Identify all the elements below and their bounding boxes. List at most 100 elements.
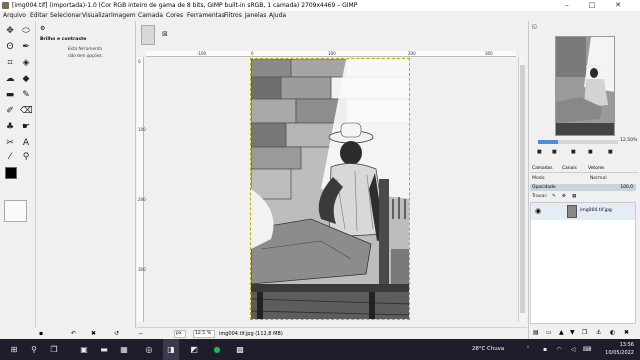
tab-vetores[interactable]: Vetores <box>588 164 604 173</box>
close-image-tab-icon[interactable]: ⊠ <box>162 30 168 38</box>
taskbar-app-1-icon[interactable]: ▣ <box>76 339 92 360</box>
gimp-taskbar-icon[interactable]: ◨ <box>163 339 179 360</box>
fuzzy-select-icon[interactable]: ✒ <box>20 41 32 53</box>
taskbar-app-5-icon[interactable]: ◩ <box>186 339 202 360</box>
layer-mask-icon[interactable]: ◐ <box>610 329 615 336</box>
window-title: [img004.tif] (importada)-1.0 (Cor RGB in… <box>12 2 358 9</box>
lock-pixels-icon[interactable]: ✎ <box>552 194 556 199</box>
menu-arquivo[interactable]: Arquivo <box>3 11 26 21</box>
weather-widget[interactable]: 28°C Chuva <box>472 339 504 360</box>
save-options-icon[interactable]: ▪ <box>39 330 43 337</box>
menu-bar: Arquivo Editar Selecionar Visualizar Ima… <box>0 11 640 21</box>
zoom-select[interactable]: 12,5 % <box>193 330 215 338</box>
smudge-tool-icon[interactable]: ☛ <box>20 121 32 133</box>
taskbar-app-3-icon[interactable]: ▦ <box>116 339 132 360</box>
move-tool-icon[interactable]: ✥ <box>4 25 16 37</box>
delete-options-icon[interactable]: ✖ <box>91 330 96 337</box>
new-layer-icon[interactable]: ▤ <box>533 329 539 336</box>
fit-image-icon[interactable]: ■ <box>588 149 593 155</box>
maximize-icon[interactable]: □ <box>580 0 604 11</box>
crop-tool-icon[interactable]: ⌗ <box>4 57 16 69</box>
delete-layer-icon[interactable]: ✖ <box>624 329 629 336</box>
navigation-zoom-slider[interactable] <box>538 140 618 144</box>
menu-ajuda[interactable]: Ajuda <box>269 11 286 21</box>
menu-camada[interactable]: Camada <box>138 11 163 21</box>
text-tool-icon[interactable]: A <box>20 137 32 149</box>
horizontal-ruler[interactable]: -100 0 100 200 300 <box>146 51 516 57</box>
duplicate-layer-icon[interactable]: ❐ <box>582 329 587 336</box>
windows-start-icon[interactable]: ⊞ <box>6 339 22 360</box>
keyboard-icon[interactable]: ⌨ <box>579 339 595 360</box>
zoom-tool-icon[interactable]: ⚲ <box>20 151 32 163</box>
minimize-icon[interactable]: – <box>555 0 579 11</box>
clock-time: 13:56 <box>619 342 634 348</box>
menu-ferramentas[interactable]: Ferramentas <box>187 11 225 21</box>
task-view-icon[interactable]: ❐ <box>46 339 62 360</box>
image-tab-thumbnail[interactable] <box>141 25 155 45</box>
vertical-scrollbar[interactable] <box>518 57 526 322</box>
ellipse-select-icon[interactable]: ⬭ <box>20 25 32 37</box>
taskbar-app-7-icon[interactable]: ▩ <box>232 339 248 360</box>
unit-select[interactable]: px <box>174 330 186 338</box>
color-picker-icon[interactable]: ⁄ <box>4 151 16 163</box>
foreground-color-swatch[interactable] <box>5 167 17 179</box>
menu-selecionar[interactable]: Selecionar <box>50 11 81 21</box>
lock-alpha-icon[interactable]: ▦ <box>572 194 576 199</box>
shrink-wrap-icon[interactable]: ■ <box>608 149 613 155</box>
brush-preview[interactable] <box>4 200 27 222</box>
free-select-icon[interactable]: ʘ <box>4 41 16 53</box>
opacity-slider[interactable]: Opacidade 100,0 <box>530 184 636 191</box>
layer-row[interactable]: ◉ img004.tif.jpg <box>531 203 635 220</box>
anchor-layer-icon[interactable]: ⚓ <box>596 329 601 336</box>
bucket-fill-icon[interactable]: ◆ <box>20 73 32 85</box>
spotify-icon[interactable]: ● <box>209 339 225 360</box>
menu-imagem[interactable]: Imagem <box>111 11 136 21</box>
pencil-icon[interactable]: ✐ <box>4 105 16 117</box>
tray-chevron-icon[interactable]: ˄ <box>520 339 536 360</box>
path-tool-icon[interactable]: ✂ <box>4 137 16 149</box>
transform-tool-icon[interactable]: ◈ <box>20 57 32 69</box>
close-icon[interactable]: ✕ <box>606 0 630 11</box>
tool-options-title: Brilho e contraste <box>40 37 87 42</box>
menu-visualizar[interactable]: Visualizar <box>82 11 111 21</box>
menu-janelas[interactable]: Janelas <box>245 11 266 21</box>
restore-options-icon[interactable]: ↶ <box>71 330 76 337</box>
layer-list[interactable] <box>530 202 636 324</box>
new-folder-icon[interactable]: ▭ <box>546 329 552 336</box>
menu-filtros[interactable]: Filtros <box>224 11 242 21</box>
canvas-image[interactable] <box>250 58 410 320</box>
ruler-label: 0 <box>138 59 141 64</box>
warp-tool-icon[interactable]: ☁ <box>4 73 16 85</box>
tab-canais[interactable]: Canais <box>562 164 577 173</box>
opacity-value: 100,0 <box>620 185 633 190</box>
eraser-icon[interactable]: ⌫ <box>20 105 33 117</box>
zoom-out-icon[interactable]: ■ <box>537 149 542 155</box>
vertical-ruler[interactable]: 0 100 200 300 <box>137 57 146 322</box>
clock[interactable]: 13:56 10/05/2022 <box>605 341 634 357</box>
chrome-icon[interactable]: ◎ <box>141 339 157 360</box>
file-explorer-icon[interactable]: ▬ <box>96 339 112 360</box>
navigation-tab-icon[interactable]: ◱ <box>532 24 537 30</box>
menu-cores[interactable]: Cores <box>166 11 183 21</box>
reset-options-icon[interactable]: ↺ <box>114 330 119 337</box>
zoom-in-icon[interactable]: ■ <box>552 149 557 155</box>
paintbrush-icon[interactable]: ✎ <box>20 89 32 101</box>
navigation-preview[interactable] <box>555 36 615 136</box>
mode-label: Modo <box>532 176 545 181</box>
lock-label: Travar: <box>532 194 548 199</box>
raise-layer-icon[interactable]: ▲ <box>559 329 564 336</box>
ruler-label: 100 <box>328 51 336 56</box>
tool-options-tab-icon[interactable]: ⚙ <box>40 25 45 32</box>
clock-date: 10/05/2022 <box>605 350 634 356</box>
scrollbar-thumb[interactable] <box>520 65 525 313</box>
lock-position-icon[interactable]: ✥ <box>562 194 566 199</box>
mode-select[interactable]: Normal <box>590 176 607 181</box>
menu-editar[interactable]: Editar <box>30 11 48 21</box>
zoom-100-icon[interactable]: ■ <box>571 149 576 155</box>
gradient-tool-icon[interactable]: ▬ <box>4 89 16 101</box>
clone-tool-icon[interactable]: ♣ <box>4 121 16 133</box>
visibility-eye-icon[interactable]: ◉ <box>535 207 541 215</box>
search-icon[interactable]: ⚲ <box>26 339 42 360</box>
lower-layer-icon[interactable]: ▼ <box>570 329 575 336</box>
tab-camadas[interactable]: Camadas <box>532 164 553 173</box>
